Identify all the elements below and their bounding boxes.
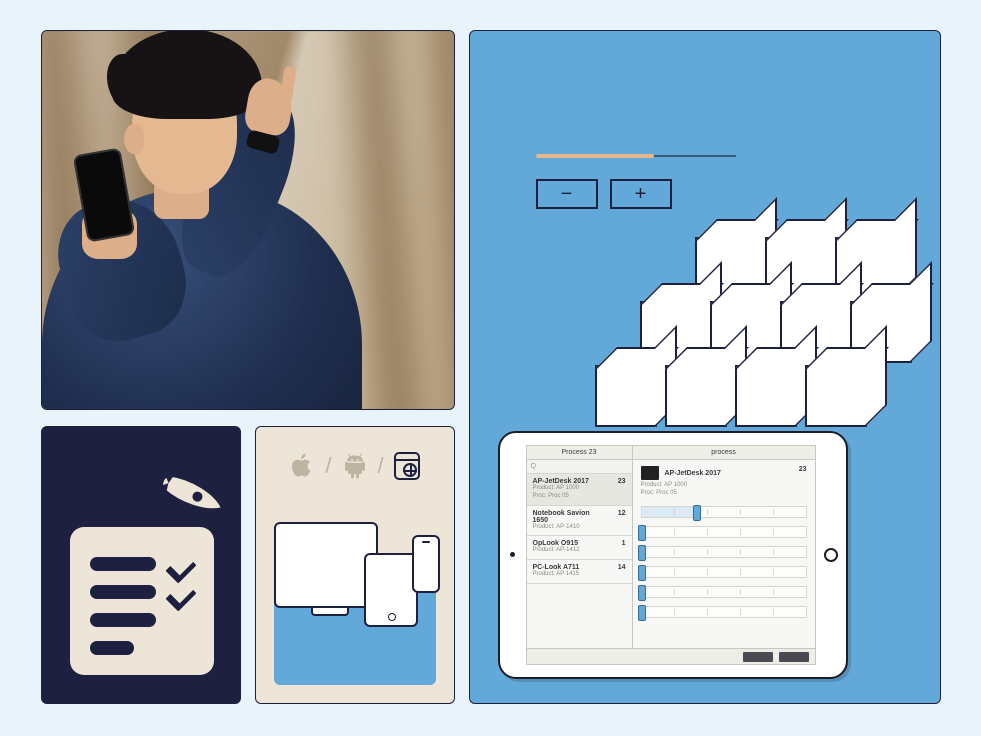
footer-button[interactable] — [743, 652, 773, 662]
quantity-slider[interactable] — [641, 606, 807, 618]
checklist-icon — [70, 527, 214, 675]
tablet-tabs: Process 23 process — [527, 446, 815, 460]
apple-icon — [289, 451, 315, 481]
quantity-slider[interactable] — [641, 546, 807, 558]
box-stack-illustration — [595, 231, 925, 451]
rocket-orbit-icon — [41, 445, 238, 533]
detail-sub1: Product: AP 1000 — [641, 482, 688, 488]
product-detail: AP-JetDesk 2017 23 Product: AP 1000 Proc… — [633, 460, 815, 648]
product-row[interactable]: PC-Look A711Product: AP 1415 14 — [527, 560, 632, 584]
progress-fill — [536, 154, 654, 158]
product-sub: Product: AP 1000Proc: Proc 05 — [533, 485, 606, 501]
person-illustration — [42, 79, 342, 409]
product-search[interactable]: Q — [527, 460, 632, 474]
tablet-screen: Process 23 process Q AP-JetDesk 2017Prod… — [526, 445, 816, 665]
checkmark-icon — [168, 583, 194, 609]
increment-button[interactable]: + — [610, 179, 672, 209]
tablet-footer — [527, 648, 815, 664]
quantity-slider[interactable] — [641, 506, 807, 518]
product-title: PC-Look A711 — [533, 564, 606, 571]
tab-right[interactable]: process — [633, 446, 815, 459]
tablet-home-button[interactable] — [824, 548, 838, 562]
product-qty: 23 — [610, 478, 626, 485]
platform-icons-row: / / — [256, 451, 454, 481]
product-row[interactable]: Notebook Savion 1650Product: AP-1410 12 — [527, 506, 632, 537]
decrement-label: − — [561, 184, 573, 204]
product-qty: 12 — [610, 510, 626, 517]
quantity-slider[interactable] — [641, 526, 807, 538]
detail-title: AP-JetDesk 2017 — [664, 470, 720, 477]
tab-left[interactable]: Process 23 — [527, 446, 633, 459]
product-title: AP-JetDesk 2017 — [533, 478, 606, 485]
tablet-icon — [364, 553, 418, 627]
separator: / — [325, 453, 331, 479]
product-row[interactable]: OpLook O915Product: AP-1412 1 — [527, 536, 632, 560]
product-row[interactable]: AP-JetDesk 2017Product: AP 1000Proc: Pro… — [527, 474, 632, 506]
detail-qty: 23 — [799, 466, 807, 473]
quantity-slider[interactable] — [641, 586, 807, 598]
product-list: Q AP-JetDesk 2017Product: AP 1000Proc: P… — [527, 460, 633, 648]
app-logo-card — [41, 426, 241, 704]
detail-sub2: Proc: Proc 05 — [641, 490, 677, 496]
product-title: OpLook O915 — [533, 540, 606, 547]
inventory-illustration-panel: − + Process 23 — [469, 30, 941, 704]
product-title: Notebook Savion 1650 — [533, 510, 606, 524]
product-thumbnail — [641, 466, 659, 480]
monitor-icon — [274, 522, 378, 608]
increment-label: + — [635, 184, 647, 204]
quantity-slider[interactable] — [641, 566, 807, 578]
product-sub: Product: AP-1410 — [533, 524, 606, 532]
decrement-button[interactable]: − — [536, 179, 598, 209]
search-placeholder: Q — [531, 463, 536, 470]
product-qty: 14 — [610, 564, 626, 571]
android-icon — [342, 451, 368, 481]
platforms-card: / / — [255, 426, 455, 704]
product-sub: Product: AP-1412 — [533, 547, 606, 555]
product-sub: Product: AP 1415 — [533, 571, 606, 579]
warehouse-photo — [41, 30, 455, 410]
web-browser-icon — [394, 451, 420, 481]
promo-composition: / / − + — [41, 30, 941, 706]
tablet-mockup: Process 23 process Q AP-JetDesk 2017Prod… — [498, 431, 848, 679]
phone-icon — [412, 535, 440, 593]
separator: / — [378, 453, 384, 479]
product-qty: 1 — [610, 540, 626, 547]
tablet-camera — [510, 552, 515, 557]
checkmark-icon — [168, 555, 194, 581]
footer-button[interactable] — [779, 652, 809, 662]
